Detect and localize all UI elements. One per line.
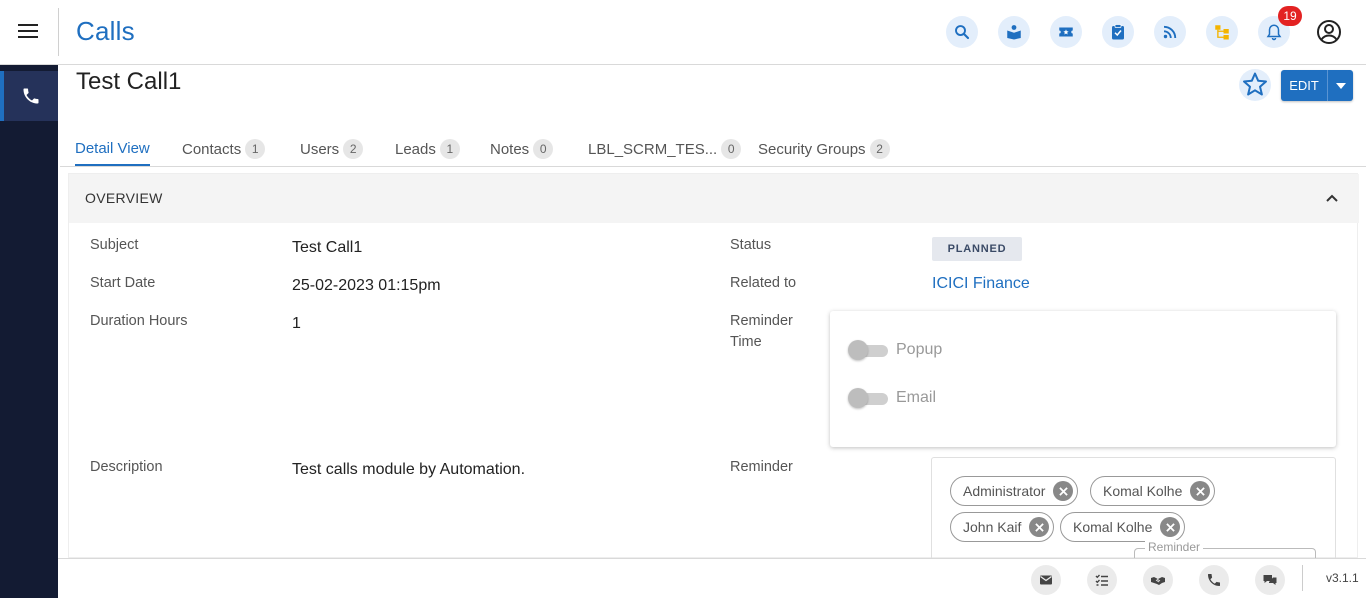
tab-label: Notes: [490, 140, 530, 158]
tickets-icon[interactable]: [1050, 16, 1082, 48]
feed-icon[interactable]: [1154, 16, 1186, 48]
hamburger-menu-icon[interactable]: [18, 24, 38, 40]
tab-lbl-scrm-test[interactable]: LBL_SCRM_TES... 0: [588, 132, 742, 166]
invitee-chip: Komal Kolhe: [1060, 512, 1186, 542]
reminder-invitees-box: Administrator Komal Kolhe John Kaif Koma…: [931, 457, 1336, 558]
footer-bar: v3.1.1: [58, 558, 1366, 598]
top-bar: Calls 19: [0, 0, 1366, 65]
subject-value: Test Call1: [292, 239, 363, 256]
tab-count-badge: 2: [869, 139, 890, 159]
tab-detail-view[interactable]: Detail View: [75, 132, 150, 166]
popup-toggle[interactable]: [848, 340, 888, 360]
tab-label: LBL_SCRM_TES...: [588, 140, 718, 158]
tab-count-badge: 0: [533, 139, 554, 159]
remove-chip-icon[interactable]: [1029, 517, 1050, 537]
tab-count-badge: 2: [343, 139, 364, 159]
reminder-time-label-line1: Reminder: [730, 313, 793, 329]
tab-security-groups[interactable]: Security Groups 2: [758, 132, 890, 166]
invitee-chip: Administrator: [950, 476, 1079, 506]
rail-item-calls[interactable]: [0, 71, 58, 121]
edit-button[interactable]: EDIT: [1281, 70, 1353, 101]
status-badge: PLANNED: [932, 237, 1022, 261]
overview-title: OVERVIEW: [85, 190, 163, 206]
knowledge-base-icon[interactable]: [998, 16, 1030, 48]
tab-count-badge: 1: [439, 139, 460, 159]
reminder-sub-legend: Reminder: [1145, 540, 1204, 554]
tab-label: Users: [300, 140, 340, 158]
phone-icon: [23, 88, 39, 104]
toggle-knob: [848, 340, 868, 360]
user-profile-icon[interactable]: [1315, 18, 1343, 46]
tab-label: Leads: [395, 140, 436, 158]
org-chart-icon[interactable]: [1206, 16, 1238, 48]
tab-users[interactable]: Users 2: [300, 132, 364, 166]
invitee-name: John Kaif: [963, 519, 1022, 535]
status-label: Status: [730, 237, 772, 253]
invitee-name: Komal Kolhe: [1073, 519, 1153, 535]
description-value: Test calls module by Automation.: [292, 461, 526, 478]
invitee-chip: Komal Kolhe: [1090, 476, 1216, 506]
invitee-name: Administrator: [963, 483, 1046, 499]
footer-divider: [1302, 565, 1303, 591]
chat-icon[interactable]: [1255, 565, 1285, 595]
overview-panel-header[interactable]: OVERVIEW: [69, 174, 1359, 223]
tab-label: Detail View: [75, 139, 150, 157]
meetings-icon[interactable]: [1143, 565, 1173, 595]
left-navigation-rail: [0, 65, 58, 598]
related-to-label: Related to: [730, 275, 797, 291]
app-title: Calls: [76, 16, 135, 46]
remove-chip-icon[interactable]: [1160, 517, 1181, 537]
tab-count-badge: 0: [721, 139, 742, 159]
invitee-chip: John Kaif: [950, 512, 1055, 542]
duration-label: Duration Hours: [90, 313, 188, 329]
record-tabs: Detail View Contacts 1 Users 2 Leads 1 N…: [60, 128, 1366, 167]
tasks-icon[interactable]: [1102, 16, 1134, 48]
subject-label: Subject: [90, 237, 139, 253]
tab-label: Contacts: [182, 140, 242, 158]
related-to-link[interactable]: ICICI Finance: [932, 275, 1030, 293]
tab-count-badge: 1: [245, 139, 266, 159]
reminder-sub-fieldset: Reminder: [1134, 540, 1316, 558]
reminder-time-box: Popup Email: [830, 311, 1336, 447]
search-icon[interactable]: [946, 16, 978, 48]
tab-contacts[interactable]: Contacts 1: [182, 132, 266, 166]
start-date-label: Start Date: [90, 275, 156, 291]
chevron-down-icon[interactable]: [1328, 70, 1353, 101]
email-icon[interactable]: [1031, 565, 1061, 595]
remove-chip-icon[interactable]: [1053, 481, 1074, 501]
reminder-label: Reminder: [730, 459, 793, 475]
favorite-star-icon[interactable]: [1238, 68, 1272, 102]
header-divider: [58, 8, 59, 56]
email-toggle[interactable]: [848, 388, 888, 408]
reminder-time-label: Reminder Time: [730, 311, 793, 353]
remove-chip-icon[interactable]: [1190, 481, 1211, 501]
tab-notes[interactable]: Notes 0: [490, 132, 554, 166]
popup-label: Popup: [896, 341, 943, 358]
invitee-name: Komal Kolhe: [1103, 483, 1183, 499]
tasks-list-icon[interactable]: [1087, 565, 1117, 595]
edit-button-label[interactable]: EDIT: [1281, 70, 1328, 101]
notification-badge: 19: [1278, 6, 1302, 26]
call-icon[interactable]: [1199, 565, 1229, 595]
tab-label: Security Groups: [758, 140, 866, 158]
start-date-value: 25-02-2023 01:15pm: [292, 277, 441, 294]
chevron-up-icon[interactable]: [1325, 191, 1339, 205]
description-label: Description: [90, 459, 163, 475]
email-label: Email: [896, 389, 937, 406]
tab-leads[interactable]: Leads 1: [395, 132, 460, 166]
reminder-time-label-line2: Time: [730, 334, 762, 350]
toggle-knob: [848, 388, 868, 408]
duration-value: 1: [292, 315, 301, 332]
record-title: Test Call1: [76, 68, 182, 95]
version-label: v3.1.1: [1326, 571, 1359, 585]
